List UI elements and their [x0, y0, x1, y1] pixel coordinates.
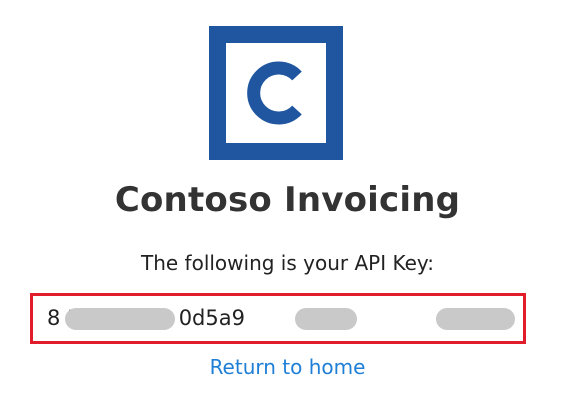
logo-inner-square: C [226, 43, 326, 143]
page: C Contoso Invoicing The following is you… [0, 0, 575, 408]
logo-c-icon [247, 61, 302, 125]
page-title: Contoso Invoicing [114, 180, 461, 220]
redaction-bar [295, 308, 357, 330]
api-key-highlight-box: 8 3c8-4dcb- 0d5a9 [30, 293, 526, 344]
api-key-caption: The following is your API Key: [140, 251, 435, 275]
return-home-link[interactable]: Return to home [0, 355, 575, 379]
contoso-logo: C [209, 26, 343, 160]
redaction-bar [436, 308, 515, 330]
redaction-bar [65, 308, 175, 330]
